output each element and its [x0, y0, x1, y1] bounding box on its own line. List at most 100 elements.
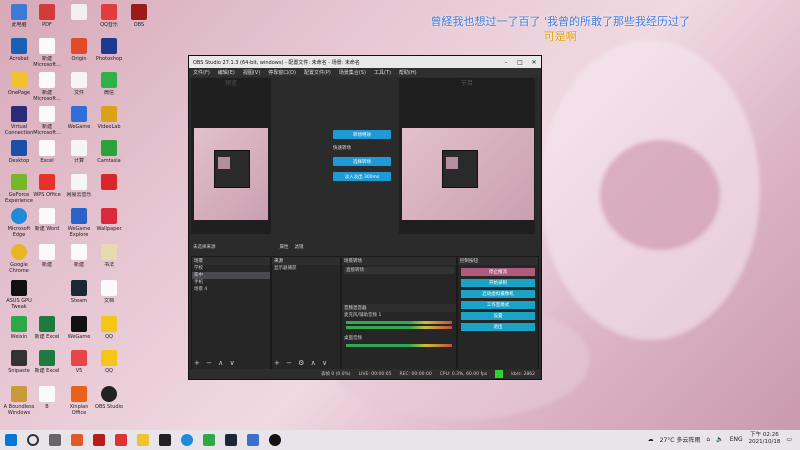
filters-button[interactable]: 滤镜 — [295, 244, 304, 250]
desktop-icon[interactable]: Wallpaper — [92, 208, 126, 238]
desktop-icon[interactable]: 新建 Excel — [30, 350, 64, 380]
minimize-icon[interactable]: – — [499, 59, 513, 66]
network-icon[interactable]: ⌂ — [706, 436, 710, 443]
properties-button[interactable]: 属性 — [280, 244, 289, 250]
app-icon-photos[interactable] — [247, 434, 259, 446]
menu-item-scene-collection[interactable]: 场景集合(S) — [339, 69, 366, 76]
desktop-icon[interactable]: 新建 — [30, 244, 64, 274]
desktop-icon[interactable]: OBS — [122, 4, 156, 34]
task-view-icon[interactable] — [49, 434, 61, 446]
program-label: 节目 — [460, 80, 473, 87]
source-controls[interactable]: + − ⚙ ∧ ∨ — [274, 359, 329, 367]
fade-transition-dropdown[interactable]: 淡入淡出 300ms — [333, 172, 391, 181]
desktop-icon[interactable]: 文件 — [62, 72, 96, 102]
menu-item-profile[interactable]: 配置文件(P) — [304, 69, 331, 76]
transition-button[interactable]: 转场特效 — [333, 130, 391, 139]
exit-button[interactable]: 退出 — [461, 323, 535, 331]
steam-icon[interactable] — [225, 434, 237, 446]
desktop-icon[interactable]: WeGame — [62, 316, 96, 346]
desktop-icon[interactable]: Photoshop — [92, 38, 126, 68]
desktop-icon[interactable]: QQ — [92, 350, 126, 380]
obs-window[interactable]: OBS Studio 27.1.3 (64-bit, windows) - 配置… — [188, 55, 542, 380]
select-transition-dropdown[interactable]: 选择转场 — [333, 157, 391, 166]
desktop-icon[interactable] — [92, 174, 126, 204]
program-panel: 节目 — [399, 78, 535, 234]
desktop-icon[interactable]: ASUS GPU Tweak — [2, 280, 36, 310]
obs-icon[interactable] — [269, 434, 281, 446]
desktop-icon[interactable]: Camtasia — [92, 140, 126, 170]
scene-controls[interactable]: + − ∧ ∨ — [194, 359, 237, 367]
desktop-icon-image — [39, 106, 55, 122]
start-recording-button[interactable]: 开始录制 — [461, 279, 535, 287]
maximize-icon[interactable]: □ — [513, 59, 527, 66]
close-icon[interactable]: ✕ — [527, 59, 541, 66]
app-icon-terminal[interactable] — [159, 434, 171, 446]
desktop-icon[interactable]: 新建 Microsoft... — [30, 38, 64, 68]
desktop-icon[interactable]: 新建 Microsoft... — [30, 72, 64, 102]
weather-text[interactable]: 27°C 多云阵雨 — [660, 435, 701, 444]
volume-icon[interactable]: 🔈 — [716, 436, 723, 443]
obs-titlebar[interactable]: OBS Studio 27.1.3 (64-bit, windows) - 配置… — [189, 56, 541, 68]
app-icon-netease[interactable] — [115, 434, 127, 446]
desktop-icon-image — [71, 208, 87, 224]
desktop-icon-label: B — [45, 404, 49, 410]
desktop-icon-label: Excel — [40, 158, 54, 164]
app-icon-calc[interactable] — [93, 434, 105, 446]
desktop-icon[interactable]: WeGame — [62, 106, 96, 136]
menu-item-tools[interactable]: 工具(T) — [374, 69, 391, 76]
transition-select[interactable]: 直接转场 — [344, 267, 454, 274]
desktop-icon[interactable]: 新建 Microsoft... — [30, 106, 64, 136]
desktop-icon[interactable]: 微信 — [92, 72, 126, 102]
desktop-icon[interactable]: WeGame Explore — [62, 208, 96, 238]
desktop-icon-image — [71, 38, 87, 54]
studio-mode-button[interactable]: 工作室模式 — [461, 301, 535, 309]
notification-icon[interactable]: ▭ — [786, 436, 792, 443]
app-icon-brush[interactable] — [71, 434, 83, 446]
file-explorer-icon[interactable] — [137, 434, 149, 446]
scene-item[interactable]: 场景 4 — [192, 286, 270, 293]
input-language[interactable]: ENG — [730, 436, 743, 443]
desktop-icon[interactable]: 文档 — [92, 280, 126, 310]
source-item[interactable]: 显示器捕获 — [272, 265, 340, 272]
windows-start-icon[interactable] — [5, 434, 17, 446]
desktop-icon[interactable]: 新建 Excel — [30, 316, 64, 346]
scene-item[interactable]: 家中 — [192, 272, 270, 279]
stop-streaming-button[interactable]: 停止推流 — [461, 268, 535, 276]
desktop-icon[interactable]: WPS Office — [30, 174, 64, 204]
desktop-icon[interactable]: QQ音乐 — [92, 4, 126, 34]
desktop-icon-image — [71, 386, 87, 402]
menu-item-file[interactable]: 文件(F) — [193, 69, 210, 76]
desktop-icon[interactable]: 网易云音乐 — [62, 174, 96, 204]
desktop-icon[interactable]: QQ — [92, 316, 126, 346]
virtual-camera-button[interactable]: 启动虚拟摄像机 — [461, 290, 535, 298]
clock[interactable]: 下午 02:26 2021/10/18 — [749, 432, 781, 446]
menu-item-view[interactable]: 视图(V) — [243, 69, 260, 76]
desktop-icon[interactable]: Steam — [62, 280, 96, 310]
scene-item[interactable]: 手机 — [192, 279, 270, 286]
menu-item-edit[interactable]: 编辑(E) — [218, 69, 235, 76]
desktop-icon[interactable]: B — [30, 386, 64, 416]
desktop-icon[interactable]: V5 — [62, 350, 96, 380]
search-icon[interactable] — [27, 434, 39, 446]
settings-button[interactable]: 设置 — [461, 312, 535, 320]
desktop-icon[interactable]: 新建 Word — [30, 208, 64, 238]
clock-date: 2021/10/18 — [748, 439, 781, 445]
menu-item-help[interactable]: 帮助(H) — [399, 69, 417, 76]
desktop-icon[interactable]: 计算 — [62, 140, 96, 170]
desktop-icon[interactable]: VideoLab — [92, 106, 126, 136]
desktop-icon[interactable]: PDF — [30, 4, 64, 34]
menu-item-docks[interactable]: 停靠窗口(D) — [268, 69, 296, 76]
edge-icon[interactable] — [181, 434, 193, 446]
desktop-icon[interactable]: Xinpian Office — [62, 386, 96, 416]
desktop-icon[interactable] — [62, 4, 96, 34]
lyrics-line2: 可是啊 — [543, 30, 577, 43]
desktop-icon[interactable]: 新建 — [62, 244, 96, 274]
desktop-icon-label: OBS — [133, 22, 145, 28]
desktop-icon[interactable]: 书法 — [92, 244, 126, 274]
desktop-icon[interactable]: Origin — [62, 38, 96, 68]
scene-item[interactable]: 学校 — [192, 265, 270, 272]
desktop-icon[interactable]: Excel — [30, 140, 64, 170]
desktop-icon[interactable]: OBS Studio — [92, 386, 126, 416]
preview-panel[interactable]: 预览 — [191, 78, 271, 234]
app-icon-green[interactable] — [203, 434, 215, 446]
